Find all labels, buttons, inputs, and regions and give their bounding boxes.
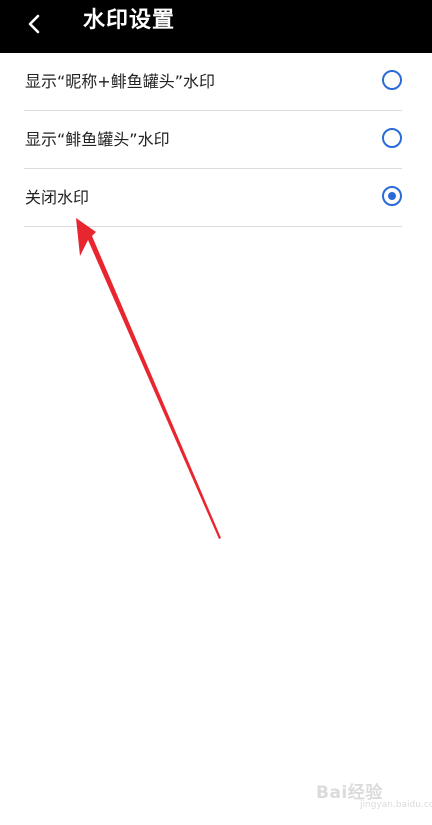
option-nickname-and-brand[interactable]: 显示“昵称+鲱鱼罐头”水印 [24, 53, 402, 111]
title-bar: 水印设置 [0, 0, 432, 53]
back-button[interactable] [14, 4, 54, 44]
option-label: 显示“昵称+鲱鱼罐头”水印 [25, 72, 215, 91]
option-label: 关闭水印 [25, 188, 90, 207]
option-disable-watermark[interactable]: 关闭水印 [24, 169, 402, 227]
radio-unselected[interactable] [382, 128, 402, 148]
radio-dot [388, 192, 396, 200]
radio-unselected[interactable] [382, 70, 402, 90]
chevron-left-icon [28, 14, 40, 34]
watermark-domain: jingyan.baidu.com [360, 800, 432, 810]
option-brand-only[interactable]: 显示“鲱鱼罐头”水印 [24, 111, 402, 169]
option-label: 显示“鲱鱼罐头”水印 [25, 130, 170, 149]
watermark-options-list: 显示“昵称+鲱鱼罐头”水印 显示“鲱鱼罐头”水印 关闭水印 [24, 53, 402, 227]
page-title: 水印设置 [83, 8, 176, 33]
radio-selected[interactable] [382, 186, 402, 206]
